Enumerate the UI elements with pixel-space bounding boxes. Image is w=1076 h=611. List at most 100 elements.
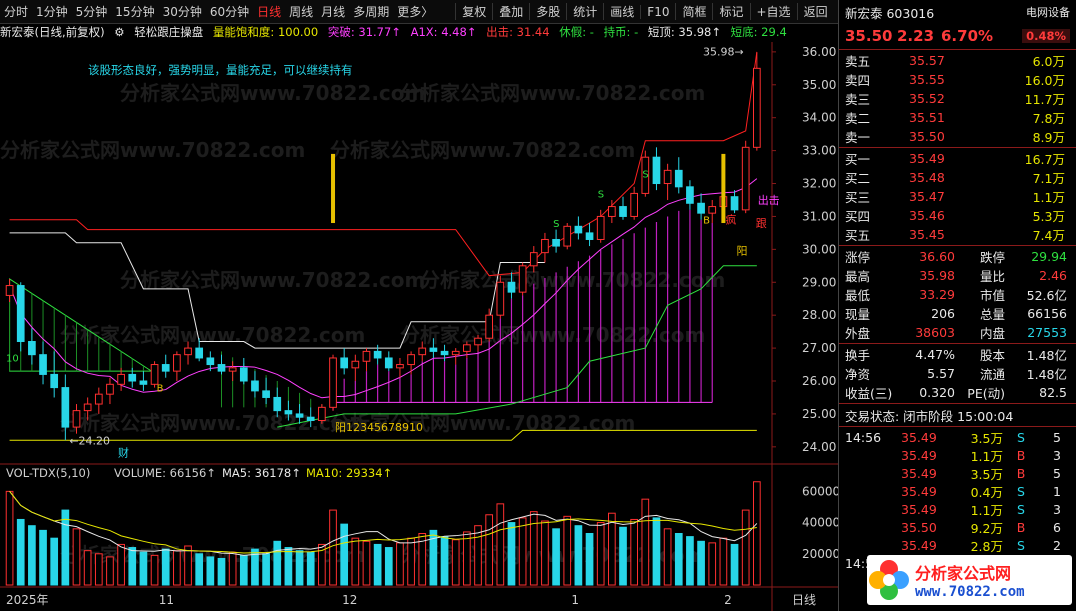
volume-bar <box>295 550 304 586</box>
candle-body <box>362 350 371 362</box>
kline-chart[interactable]: 分析家公式网www.70822.com分析家公式网www.70822.com分析… <box>0 42 838 611</box>
price-tick-label: 28.00 <box>802 308 836 322</box>
trade-volume: 3.5万 <box>970 430 1003 446</box>
stat-label: 量比 <box>979 269 1005 284</box>
volume-bar <box>217 557 226 586</box>
follow-label: 跟 <box>756 217 767 230</box>
volume-tick-label: 60000 <box>802 484 838 498</box>
bid-price: 35.45 <box>909 227 945 242</box>
candle-body <box>61 387 70 428</box>
gear-icon[interactable]: ⚙ <box>114 25 124 39</box>
bid-label: 买三 <box>845 190 871 205</box>
stat-value: 2.46 <box>1039 268 1067 283</box>
bid-row: 买三 35.47 1.1万 <box>839 187 1076 206</box>
stat-value: 33.29 <box>919 287 955 302</box>
volume-bar <box>641 498 650 586</box>
trade-count: 3 <box>1053 447 1061 463</box>
crazy-label: 疯 <box>725 213 736 227</box>
period-tab-9[interactable]: 多周期 <box>349 3 393 20</box>
trade-row: 35.50 9.2万 B 6 <box>839 518 1076 536</box>
volume-bar <box>351 537 360 586</box>
tool-button-9[interactable]: 返回 <box>796 3 834 20</box>
volume-bar <box>94 553 103 586</box>
volume-bar <box>529 511 538 586</box>
stat-row: 换手 4.47% 股本 1.48亿 <box>839 345 1076 364</box>
stat-row: 最高 35.98 量比 2.46 <box>839 266 1076 285</box>
period-toolbar: 分时 1分钟 5分钟 15分钟 30分钟 60分钟 日线 周线 月线 多周期 更多〉 复权 叠加 多股 统计… <box>0 0 838 24</box>
tool-button-2[interactable]: 多股 <box>529 3 566 20</box>
trade-price: 35.49 <box>901 483 937 499</box>
period-tab-2[interactable]: 5分钟 <box>72 3 112 20</box>
chart-comment: 该股形态良好，强势明显，量能充足，可以继续持有 <box>88 63 353 77</box>
yang-label: 阳 <box>737 245 748 258</box>
candle-body <box>184 347 192 356</box>
bid-label: 买四 <box>845 209 871 224</box>
candle-body <box>318 406 326 422</box>
bid-price: 35.46 <box>909 208 945 223</box>
stat-label: 最高 <box>845 269 871 284</box>
candle-body <box>139 380 148 385</box>
tool-button-5[interactable]: F10 <box>640 4 675 19</box>
stat-value: 38603 <box>915 325 955 340</box>
tool-button-4[interactable]: 画线 <box>603 3 640 20</box>
tool-button-0[interactable]: 复权 <box>455 3 492 20</box>
tool-button-7[interactable]: 标记 <box>712 3 749 20</box>
ask-price: 35.55 <box>909 72 945 87</box>
period-tab-8[interactable]: 月线 <box>317 3 349 20</box>
ask-price: 35.57 <box>909 53 945 68</box>
indicator-name[interactable]: 轻松跟庄操盘 <box>134 25 203 39</box>
ask-label: 卖二 <box>845 111 871 126</box>
cai-label: 财 <box>118 445 129 459</box>
tool-button-3[interactable]: 统计 <box>566 3 603 20</box>
breakout-value: 突破: 31.77↑ <box>327 25 401 39</box>
stat-value: 1.48亿 <box>1026 367 1067 382</box>
candle-body <box>329 357 337 408</box>
candle-body <box>496 281 505 316</box>
attack-label: 出击 <box>758 193 780 207</box>
candle-body <box>217 364 226 372</box>
site-logo: 分析家公式网 www.70822.com <box>867 555 1072 605</box>
period-tab-4[interactable]: 30分钟 <box>159 3 206 20</box>
trade-price: 35.49 <box>901 537 937 553</box>
period-tab-5[interactable]: 60分钟 <box>206 3 253 20</box>
volume-bar <box>384 547 393 586</box>
tool-button-6[interactable]: 简框 <box>675 3 712 20</box>
trade-status: 交易状态: 闭市阶段 15:00:04 <box>845 408 1014 424</box>
period-tab-3[interactable]: 15分钟 <box>111 3 158 20</box>
price-tick-label: 25.00 <box>802 407 836 421</box>
volume-bar <box>262 553 270 586</box>
volume-tick-label: 20000 <box>802 547 838 561</box>
period-tab-7[interactable]: 周线 <box>285 3 317 20</box>
ask-volume: 11.7万 <box>1024 92 1065 107</box>
sector-tag[interactable]: 电网设备 <box>1026 4 1070 20</box>
candle-body <box>652 156 661 185</box>
hold-cash-value: 持币: - <box>603 25 639 39</box>
bid-row: 买二 35.48 7.1万 <box>839 168 1076 187</box>
tool-button-1[interactable]: 叠加 <box>492 3 529 20</box>
period-tab-6[interactable]: 日线 <box>253 3 285 20</box>
trade-side: S <box>1017 429 1025 445</box>
tool-button-8[interactable]: +自选 <box>749 3 797 20</box>
stat-row: 净资 5.57 流通 1.48亿 <box>839 364 1076 383</box>
trade-price: 35.49 <box>901 447 937 463</box>
period-tab-0[interactable]: 分时 <box>0 3 32 20</box>
volume-bar <box>541 520 549 586</box>
trade-row: 35.49 1.1万 S 3 <box>839 500 1076 518</box>
ask-label: 卖一 <box>845 130 871 145</box>
trade-volume: 9.2万 <box>970 520 1003 536</box>
ask-row: 卖五 35.57 6.0万 <box>839 51 1076 70</box>
volume-bar <box>630 518 639 586</box>
volume-value: VOLUME: 66156↑ <box>114 466 216 480</box>
candle-body <box>463 344 471 352</box>
candle-body <box>351 360 360 369</box>
ask-row: 卖三 35.52 11.7万 <box>839 89 1076 108</box>
bid-row: 买五 35.45 7.4万 <box>839 225 1076 244</box>
period-tab-1[interactable]: 1分钟 <box>32 3 72 20</box>
volume-bar <box>708 542 717 586</box>
stat-row: 现量 206 总量 66156 <box>839 304 1076 323</box>
period-tab-10[interactable]: 更多〉 <box>393 3 437 20</box>
stat-value: 35.98 <box>919 268 955 283</box>
volume-bar <box>228 551 237 586</box>
candle-body <box>150 364 159 385</box>
volume-bar <box>128 547 137 586</box>
